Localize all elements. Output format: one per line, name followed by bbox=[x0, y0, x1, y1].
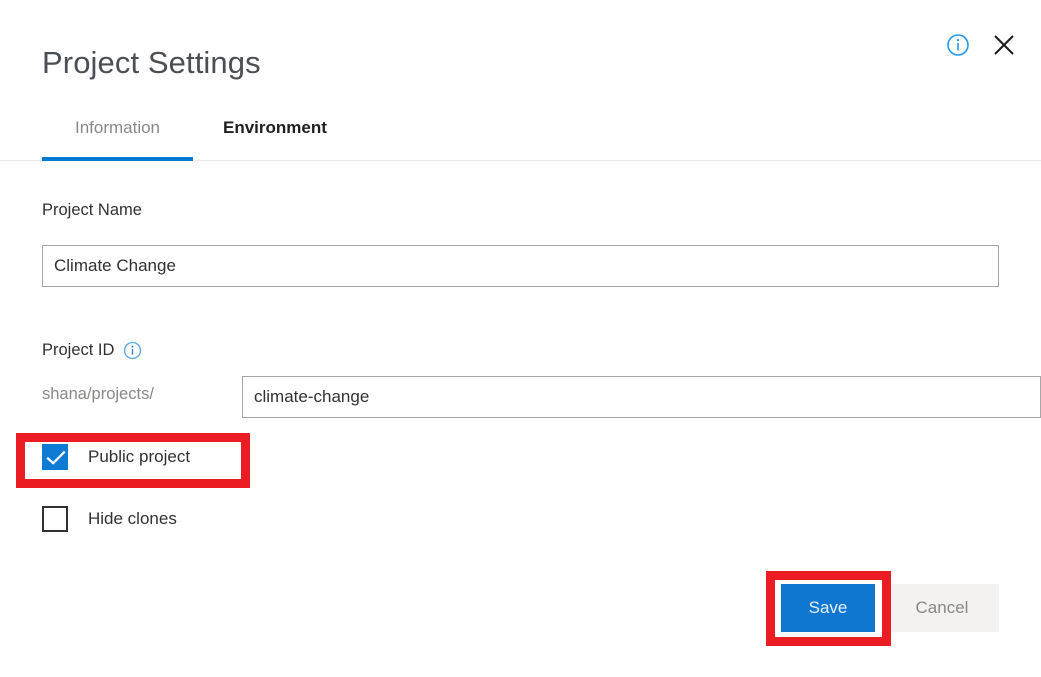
checkbox-checked-icon[interactable] bbox=[42, 444, 68, 470]
info-icon[interactable] bbox=[945, 32, 971, 58]
public-project-checkbox-row[interactable]: Public project bbox=[42, 444, 190, 470]
tab-environment[interactable]: Environment bbox=[217, 116, 333, 161]
close-icon[interactable] bbox=[991, 32, 1017, 58]
project-id-prefix: shana/projects/ bbox=[42, 385, 154, 403]
project-name-label: Project Name bbox=[42, 201, 142, 219]
hide-clones-label: Hide clones bbox=[88, 509, 177, 528]
tab-bar: Information Environment bbox=[0, 115, 1041, 161]
dialog-header: Project Settings bbox=[0, 0, 1041, 110]
project-id-label: Project ID bbox=[42, 341, 142, 360]
hide-clones-checkbox-row[interactable]: Hide clones bbox=[42, 506, 177, 532]
info-icon[interactable] bbox=[123, 341, 142, 360]
checkbox-unchecked-icon[interactable] bbox=[42, 506, 68, 532]
tab-information[interactable]: Information bbox=[42, 116, 193, 161]
public-project-label: Public project bbox=[88, 447, 191, 466]
header-actions bbox=[945, 32, 1017, 58]
save-button[interactable]: Save bbox=[781, 584, 875, 632]
page-title: Project Settings bbox=[42, 45, 261, 80]
project-settings-dialog: Project Settings Information Environment bbox=[0, 0, 1041, 677]
settings-form: Project Name Project ID shana/projects/ bbox=[0, 161, 1041, 677]
project-name-input[interactable] bbox=[42, 245, 999, 287]
project-id-row: shana/projects/ bbox=[42, 376, 1041, 418]
project-id-input[interactable] bbox=[242, 376, 1041, 418]
cancel-button[interactable]: Cancel bbox=[885, 584, 999, 632]
dialog-footer: Save Cancel bbox=[0, 584, 1041, 644]
project-id-label-text: Project ID bbox=[42, 341, 115, 359]
